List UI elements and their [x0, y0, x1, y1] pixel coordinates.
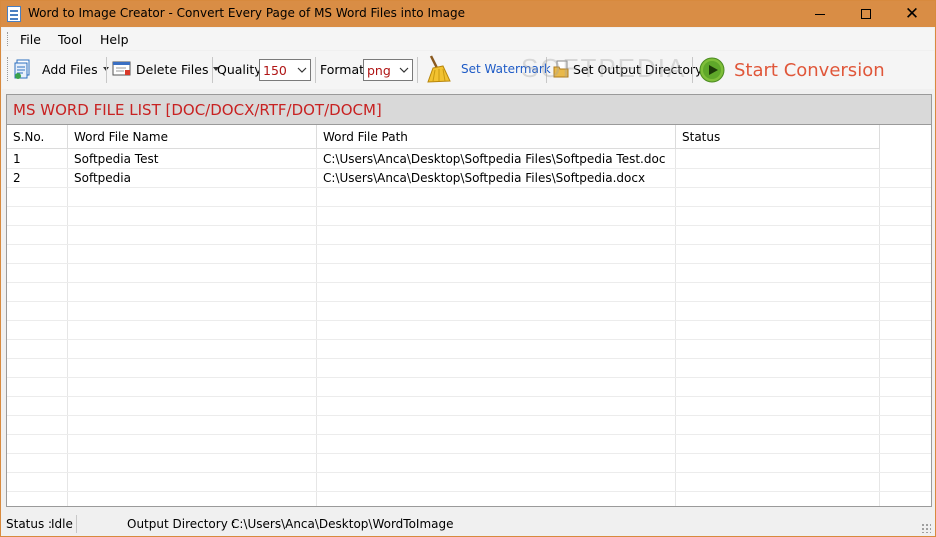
- toolbar-separator: [212, 57, 213, 83]
- row-divider: [7, 320, 931, 321]
- start-conversion-label: Start Conversion: [734, 59, 885, 81]
- column-header-status[interactable]: Status: [676, 125, 880, 149]
- output-directory-value: C:\Users\Anca\Desktop\WordToImage: [231, 517, 454, 531]
- add-files-button[interactable]: Add Files: [14, 57, 109, 81]
- column-header-sno[interactable]: S.No.: [7, 125, 68, 149]
- column-header-file-name[interactable]: Word File Name: [68, 125, 317, 149]
- toolbar-grip: [7, 57, 10, 81]
- quality-label: Quality: [217, 57, 262, 81]
- row-divider: [7, 472, 931, 473]
- close-button[interactable]: ✕: [889, 1, 935, 27]
- play-icon: [699, 57, 725, 83]
- app-icon: [7, 6, 21, 22]
- cell-status[interactable]: [676, 169, 880, 188]
- row-divider: [7, 263, 931, 264]
- status-label: Status :: [6, 517, 53, 531]
- cell-file-path[interactable]: C:\Users\Anca\Desktop\Softpedia Files\So…: [317, 169, 676, 188]
- toolbar: Add Files Delete Files Quality 150 Forma…: [2, 51, 934, 89]
- row-divider: [7, 396, 931, 397]
- row-divider: [7, 453, 931, 454]
- maximize-icon: [861, 9, 871, 19]
- quality-select[interactable]: 150: [259, 59, 311, 81]
- row-divider: [7, 434, 931, 435]
- row-divider: [7, 301, 931, 302]
- menu-tool[interactable]: Tool: [58, 32, 82, 47]
- row-divider: [7, 415, 931, 416]
- row-divider: [7, 377, 931, 378]
- delete-files-label: Delete Files: [136, 61, 209, 77]
- window-title: Word to Image Creator - Convert Every Pa…: [28, 6, 466, 20]
- status-separator: [76, 515, 77, 533]
- file-list-grid[interactable]: S.No. Word File Name Word File Path Stat…: [7, 125, 931, 506]
- add-files-label: Add Files: [42, 61, 98, 77]
- cell-status[interactable]: [676, 150, 880, 169]
- add-files-icon: [14, 59, 30, 79]
- format-label-text: Format: [320, 61, 365, 77]
- row-divider: [7, 282, 931, 283]
- menu-grip: [7, 32, 10, 46]
- format-value: png: [367, 62, 391, 78]
- menu-help[interactable]: Help: [100, 32, 129, 47]
- row-divider: [7, 225, 931, 226]
- row-divider: [7, 339, 931, 340]
- app-window: Word to Image Creator - Convert Every Pa…: [0, 0, 936, 537]
- cell-file-path[interactable]: C:\Users\Anca\Desktop\Softpedia Files\So…: [317, 150, 676, 169]
- row-divider: [7, 206, 931, 207]
- minimize-button[interactable]: [797, 1, 843, 27]
- row-divider: [7, 244, 931, 245]
- file-list-header: MS WORD FILE LIST [DOC/DOCX/RTF/DOT/DOCM…: [7, 95, 931, 125]
- status-value: Idle: [51, 517, 73, 531]
- delete-files-icon: [112, 61, 131, 76]
- column-header-file-path[interactable]: Word File Path: [317, 125, 676, 149]
- delete-files-button[interactable]: Delete Files: [112, 57, 220, 81]
- row-divider: [7, 358, 931, 359]
- status-bar: Status : Idle Output Directory : C:\User…: [2, 512, 934, 536]
- title-bar[interactable]: Word to Image Creator - Convert Every Pa…: [1, 1, 935, 27]
- resize-grip-icon[interactable]: [921, 523, 931, 533]
- cell-sno[interactable]: 2: [7, 169, 68, 188]
- quality-value: 150: [263, 62, 287, 78]
- toolbar-separator: [417, 57, 418, 83]
- cell-file-name[interactable]: Softpedia Test: [68, 150, 317, 169]
- minimize-icon: [815, 13, 825, 15]
- close-icon: ✕: [904, 3, 920, 24]
- format-label: Format: [320, 57, 364, 81]
- chevron-down-icon: [297, 67, 307, 73]
- start-conversion-button[interactable]: Start Conversion: [699, 55, 885, 85]
- file-list-title: MS WORD FILE LIST [DOC/DOCX/RTF/DOT/DOCM…: [13, 101, 382, 119]
- maximize-button[interactable]: [843, 1, 889, 27]
- menu-file[interactable]: File: [20, 32, 41, 47]
- cell-file-name[interactable]: Softpedia: [68, 169, 317, 188]
- toolbar-separator: [692, 57, 693, 83]
- toolbar-separator: [106, 57, 107, 83]
- cell-sno[interactable]: 1: [7, 150, 68, 169]
- output-directory-label: Output Directory :: [127, 517, 236, 531]
- toolbar-separator: [315, 57, 316, 83]
- format-select[interactable]: png: [363, 59, 413, 81]
- broom-icon: [427, 55, 451, 83]
- menu-bar: File Tool Help: [2, 28, 934, 50]
- quality-label-text: Quality: [217, 61, 262, 77]
- row-divider: [7, 491, 931, 492]
- file-list-panel: MS WORD FILE LIST [DOC/DOCX/RTF/DOT/DOCM…: [6, 94, 932, 507]
- softpedia-watermark: SOFTPEDIA: [521, 53, 687, 83]
- chevron-down-icon: [399, 67, 409, 73]
